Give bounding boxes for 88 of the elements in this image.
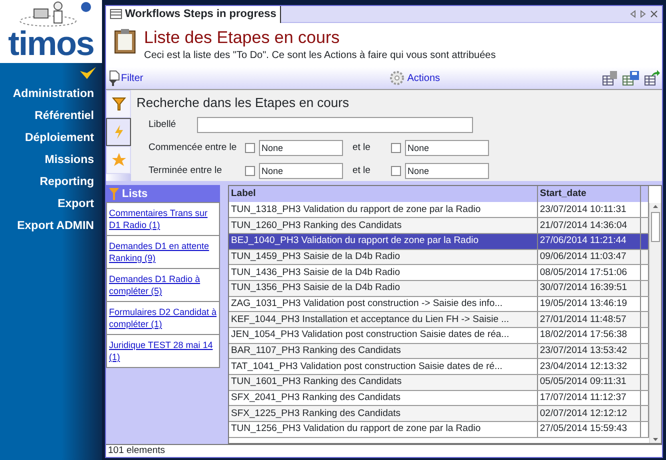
table-row[interactable]: TUN_1256_PH3 Validation du rapport de zone par la Radio 27/05/2014 15:59:43 xyxy=(229,422,648,438)
actions-link[interactable]: Actions xyxy=(388,70,440,86)
checkbox[interactable] xyxy=(390,143,400,154)
nav-link[interactable]: Reporting xyxy=(0,170,102,192)
table-cell: BAR_1107_PH3 Ranking des Candidats xyxy=(229,343,538,359)
date-field[interactable]: None xyxy=(404,140,488,156)
field-label: et le xyxy=(352,164,372,178)
table-cell: 30/07/2014 16:39:51 xyxy=(537,280,641,296)
nav-link[interactable]: Référentiel xyxy=(0,104,102,126)
filter-icon xyxy=(108,187,120,201)
list-link[interactable]: Formulaires D2 Candidat à compléter (1) xyxy=(106,301,220,335)
table-cell: TUN_1436_PH3 Saisie de la D4b Radio xyxy=(229,264,538,280)
field-label: et le xyxy=(352,141,372,156)
table-cell: BEJ_1040_PH3 Validation du rapport de zone par la Radio xyxy=(229,233,538,250)
table-cell: TUN_1459_PH3 Saisie de la D4b Radio xyxy=(229,249,538,265)
table-cell: TUN_1601_PH3 Ranking des Candidats xyxy=(229,374,538,390)
nav-link[interactable]: Export xyxy=(0,192,102,214)
nav-link[interactable]: Export ADMIN xyxy=(0,214,102,236)
filter-icon xyxy=(110,96,126,112)
table-row[interactable]: SFX_1225_PH3 Ranking des Candidats 02/07/2014 12:12:12 xyxy=(229,406,648,422)
logo-text: timos xyxy=(8,27,94,61)
table-row[interactable]: TUN_1356_PH3 Saisie de la D4b Radio 30/07/2014 16:39:51 xyxy=(229,280,648,296)
table-cell: JEN_1054_PH3 Validation post construction Saisie dates de réa... xyxy=(229,328,538,344)
column-header[interactable]: Start_date xyxy=(537,186,641,202)
table-row[interactable]: TUN_1459_PH3 Saisie de la D4b Radio 09/06/2014 11:03:47 xyxy=(229,249,648,265)
lightning-tab[interactable] xyxy=(106,118,131,146)
checkmark-icon xyxy=(78,66,96,80)
table-cell: TUN_1260_PH3 Ranking des Candidats xyxy=(229,218,538,234)
table-cell: 05/05/2014 09:11:31 xyxy=(537,374,641,390)
table-row[interactable]: BAR_1107_PH3 Ranking des Candidats 23/07/2014 13:53:42 xyxy=(229,343,648,359)
input-field[interactable] xyxy=(196,117,472,134)
table-cell: 02/07/2014 12:12:12 xyxy=(537,406,641,422)
field-label: Commencée entre le xyxy=(148,141,238,156)
scrollbar-thumb[interactable] xyxy=(651,212,660,242)
table-cell: KEF_1044_PH3 Installation et acceptance du Lien FH -> Saisie ... xyxy=(229,312,538,328)
table-cell: 21/07/2014 14:36:04 xyxy=(537,218,641,234)
window-icon xyxy=(110,9,122,19)
close-icon[interactable] xyxy=(650,10,658,18)
checkbox[interactable] xyxy=(244,143,254,154)
table-row[interactable]: KEF_1044_PH3 Installation et acceptance du Lien FH -> Saisie ... 27/01/2014 11:48:57 xyxy=(229,312,648,328)
table-cell: 27/06/2014 11:21:44 xyxy=(537,233,641,250)
clipboard-icon xyxy=(114,28,136,54)
scroll-up-icon[interactable] xyxy=(652,203,659,209)
field-label: Libellé xyxy=(148,118,177,132)
tab[interactable]: Workflows Steps in progress xyxy=(106,6,282,22)
page-title: Liste des Etapes en cours xyxy=(144,28,341,48)
date-field[interactable]: None xyxy=(258,163,342,180)
search-title: Recherche dans les Etapes en cours xyxy=(136,94,350,112)
checkbox[interactable] xyxy=(244,166,254,176)
arrow-right-icon[interactable] xyxy=(640,10,646,18)
list-link[interactable]: Demandes D1 Radio à compléter (5) xyxy=(106,268,220,302)
table-cell: 09/06/2014 11:03:47 xyxy=(537,249,641,265)
date-field[interactable]: None xyxy=(404,163,488,180)
list-link[interactable]: Juridique TEST 28 mai 14 (1) xyxy=(106,334,220,368)
table-cell: TUN_1256_PH3 Validation du rapport de zone par la Radio xyxy=(229,422,538,438)
filter-link[interactable]: Filter xyxy=(108,70,144,86)
filter-icon xyxy=(108,70,120,86)
column-header[interactable]: Label xyxy=(229,186,538,202)
table-cell: TUN_1356_PH3 Saisie de la D4b Radio xyxy=(229,280,538,296)
table-row[interactable]: BEJ_1040_PH3 Validation du rapport de zone par la Radio 27/06/2014 11:21:44 xyxy=(229,233,648,250)
table-row[interactable]: TUN_1260_PH3 Ranking des Candidats 21/07/2014 14:36:04 xyxy=(229,218,648,234)
table-cell: 27/01/2014 11:48:57 xyxy=(537,312,641,328)
table-cell: SFX_1225_PH3 Ranking des Candidats xyxy=(229,406,538,422)
checkbox[interactable] xyxy=(390,166,400,176)
table-cell: 18/02/2014 17:56:38 xyxy=(537,328,641,344)
table-cell: 08/05/2014 17:51:06 xyxy=(537,264,641,280)
nav-link[interactable]: Administration xyxy=(0,82,102,104)
table-cell: 23/07/2014 13:53:42 xyxy=(537,343,641,359)
table-icon[interactable] xyxy=(602,70,618,86)
table-cell: 27/05/2014 15:59:43 xyxy=(537,422,641,438)
nav-link[interactable]: Missions xyxy=(0,148,102,170)
filter-tab[interactable] xyxy=(106,90,131,118)
save-icon[interactable] xyxy=(622,70,640,86)
field-label: Terminée entre le xyxy=(148,164,223,178)
table-row[interactable]: TUN_1436_PH3 Saisie de la D4b Radio 08/05/2014 17:51:06 xyxy=(229,264,648,280)
export-icon[interactable] xyxy=(644,70,660,86)
arrow-left-icon[interactable] xyxy=(630,10,636,18)
page-subtitle: Ceci est la liste des "To Do". Ce sont les Actions à faire qui vous sont attribuées xyxy=(144,49,496,63)
star-tab[interactable] xyxy=(106,146,131,174)
list-link[interactable]: Demandes D1 en attente Ranking (9) xyxy=(106,235,220,269)
star-icon xyxy=(110,152,126,168)
nav-link[interactable]: Déploiement xyxy=(0,126,102,148)
date-field[interactable]: None xyxy=(258,140,342,156)
lists-header: Lists xyxy=(106,185,220,203)
gear-icon xyxy=(388,70,406,86)
list-link[interactable]: Commentaires Trans sur D1 Radio (1) xyxy=(106,202,220,236)
table-row[interactable]: JEN_1054_PH3 Validation post construction Saisie dates de réa... 18/02/2014 17:56:38 xyxy=(229,328,648,344)
table-row[interactable]: TUN_1601_PH3 Ranking des Candidats 05/05/2014 09:11:31 xyxy=(229,374,648,390)
